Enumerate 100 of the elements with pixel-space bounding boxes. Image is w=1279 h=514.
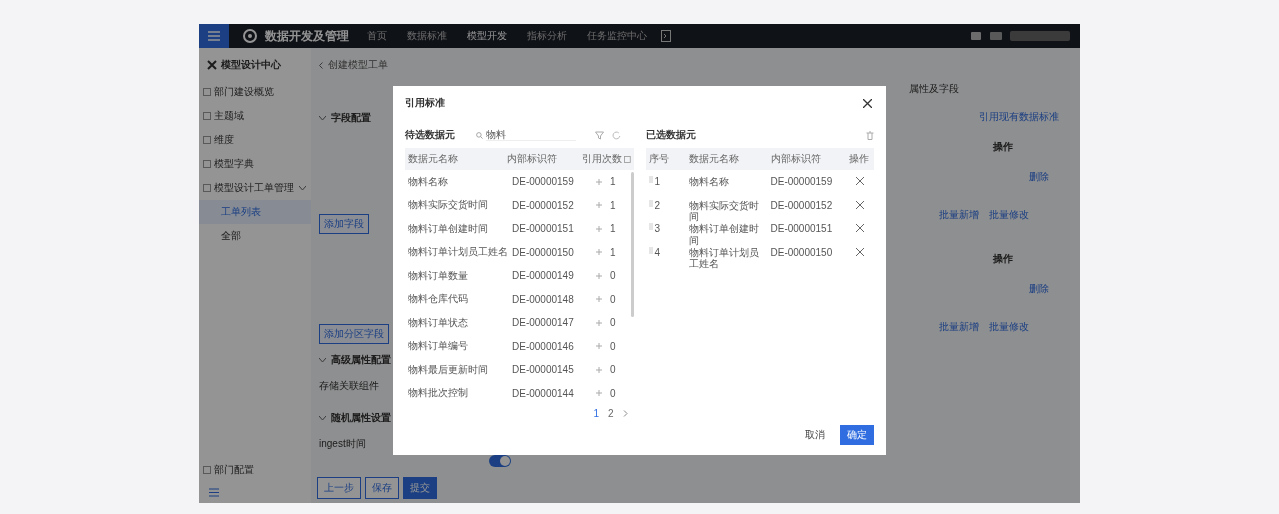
table-cell-text: 物料名称: [408, 174, 449, 189]
back-icon[interactable]: [319, 61, 323, 69]
form-button[interactable]: 上一步: [317, 477, 361, 499]
table-cell-text: 物料订单状态: [408, 315, 469, 330]
table-cell-text: 0: [610, 387, 617, 399]
collapse-icon[interactable]: [209, 488, 219, 497]
menu-button[interactable]: [199, 24, 229, 48]
close-button[interactable]: [861, 96, 874, 110]
add-icon[interactable]: [596, 296, 602, 303]
add-icon[interactable]: [596, 319, 602, 326]
chevron-icon[interactable]: [319, 415, 326, 421]
sidebar-item[interactable]: 主题域: [199, 104, 311, 128]
scrollbar[interactable]: [630, 172, 634, 317]
section-title: 随机属性设置: [331, 411, 391, 425]
logo-icon: [243, 29, 257, 43]
drag-handle-icon[interactable]: [648, 176, 653, 183]
link[interactable]: 批量新增: [939, 208, 979, 222]
remove-button[interactable]: [854, 176, 865, 186]
link[interactable]: 批量新增: [939, 320, 979, 334]
drag-handle-icon[interactable]: [648, 199, 653, 207]
add-icon[interactable]: [596, 178, 602, 185]
nav-tab[interactable]: 首页: [361, 29, 393, 43]
table-cell-text: 0: [610, 293, 617, 305]
square-icon: [203, 136, 211, 144]
table-cell-text: 物料订单数量: [408, 268, 469, 283]
add-icon[interactable]: [596, 249, 602, 256]
next-page-icon[interactable]: [622, 409, 628, 417]
column-header: 内部标识符: [507, 152, 559, 166]
sidebar-item[interactable]: 全部: [199, 224, 311, 248]
table-cell-text: 物料订单创建时间: [408, 221, 489, 236]
column-header: 序号: [648, 152, 670, 166]
square-icon: [203, 160, 211, 168]
table-cell-text: 物料订单创建时间: [688, 223, 760, 246]
table-cell-text: DE-00000150: [512, 246, 575, 258]
table-cell-text: 0: [610, 270, 617, 282]
form-button[interactable]: 提交: [403, 477, 437, 499]
refresh-icon[interactable]: [612, 130, 621, 140]
table-cell-text: DE-00000145: [512, 364, 575, 376]
add-icon[interactable]: [596, 343, 602, 350]
remove-button[interactable]: [854, 246, 865, 257]
add-icon[interactable]: [596, 202, 602, 209]
table-cell-text: 1: [610, 246, 617, 258]
column-header: 数据元名称: [688, 152, 740, 166]
remove-button[interactable]: [854, 199, 865, 210]
chevron-icon[interactable]: [319, 357, 326, 363]
expand-icon[interactable]: [661, 30, 671, 42]
drag-handle-icon[interactable]: [648, 246, 653, 254]
table-cell-text: 1: [654, 176, 662, 187]
toggle-switch[interactable]: [489, 455, 511, 467]
link[interactable]: 批量修改: [989, 208, 1029, 222]
nav-tab[interactable]: 任务监控中心: [581, 29, 653, 43]
panel-title: 待选数据元: [405, 128, 455, 142]
page-button[interactable]: 2: [607, 407, 614, 419]
table-cell-text: DE-00000147: [512, 317, 575, 329]
chevron-icon[interactable]: [319, 115, 326, 121]
sidebar-item[interactable]: 维度: [199, 128, 311, 152]
column-header: 操作: [993, 252, 1013, 266]
nav-tab[interactable]: 模型开发: [461, 29, 513, 43]
table-cell-text: DE-00000159: [770, 176, 834, 187]
tool-icon: [207, 60, 217, 70]
square-icon: [203, 466, 211, 474]
menu-icon: [208, 31, 220, 41]
chevron-icon[interactable]: [299, 185, 306, 191]
dialog-title: 引用标准: [405, 96, 445, 110]
add-icon[interactable]: [596, 390, 602, 397]
table-cell-text: 0: [610, 340, 617, 352]
nav-tab[interactable]: 指标分析: [521, 29, 573, 43]
sidebar-item[interactable]: 工单列表: [199, 200, 311, 224]
table-cell-text: DE-00000149: [512, 270, 575, 282]
page-button[interactable]: 1: [593, 407, 599, 419]
link[interactable]: 删除: [1029, 282, 1049, 296]
table-cell-text: 物料订单计划员工姓名: [688, 246, 760, 270]
add-button[interactable]: 添加字段: [319, 214, 369, 234]
table-cell-text: DE-00000152: [770, 199, 834, 211]
panel-title: 已选数据元: [645, 128, 696, 142]
table-cell-text: DE-00000151: [512, 223, 575, 235]
add-icon[interactable]: [596, 272, 602, 279]
breadcrumb[interactable]: 创建模型工单: [328, 58, 388, 72]
trash-icon[interactable]: [866, 130, 874, 140]
drag-handle-icon[interactable]: [648, 223, 653, 230]
link[interactable]: 批量修改: [989, 320, 1029, 334]
square-icon: [203, 112, 211, 120]
remove-button[interactable]: [854, 223, 865, 233]
add-button[interactable]: 添加分区字段: [319, 324, 389, 344]
add-icon[interactable]: [596, 366, 602, 373]
nav-tab[interactable]: 数据标准: [401, 29, 453, 43]
form-button[interactable]: 保存: [365, 477, 399, 499]
sidebar-item[interactable]: 模型设计工单管理: [199, 176, 311, 200]
sidebar-item[interactable]: 部门配置: [199, 458, 311, 482]
column-header: 操作: [993, 140, 1013, 154]
sidebar-item[interactable]: 部门建设概览: [199, 80, 311, 104]
dialog-button[interactable]: 确定: [840, 425, 874, 445]
table-cell-text: 物料实际交货时间: [688, 199, 760, 223]
sidebar-title: 模型设计中心: [221, 58, 281, 72]
add-icon[interactable]: [596, 225, 602, 232]
search-field[interactable]: 物料: [486, 129, 576, 141]
field-label: 存储关联组件: [319, 379, 379, 393]
link[interactable]: 引用现有数据标准: [979, 110, 1059, 124]
link[interactable]: 删除: [1029, 170, 1049, 184]
sidebar-item[interactable]: 模型字典: [199, 152, 311, 176]
